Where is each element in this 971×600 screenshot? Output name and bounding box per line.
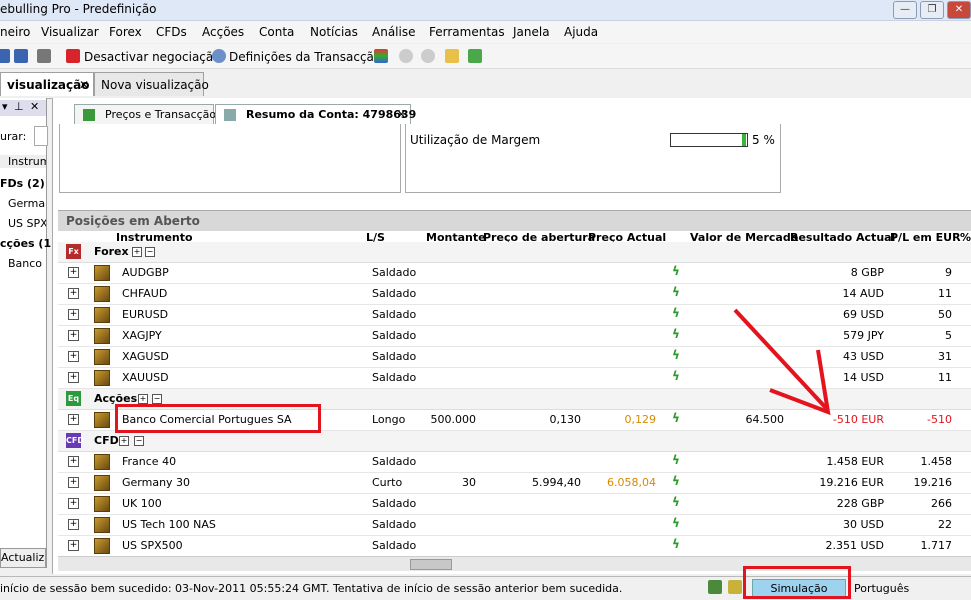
user-icon <box>708 580 722 594</box>
connection-icon <box>728 580 742 594</box>
language-indicator[interactable]: Português <box>854 582 909 595</box>
annotation-highlight-simulation <box>743 566 851 599</box>
status-message: início de sessão bem sucedido: 03-Nov-20… <box>0 582 623 595</box>
annotation-arrow <box>733 308 831 416</box>
